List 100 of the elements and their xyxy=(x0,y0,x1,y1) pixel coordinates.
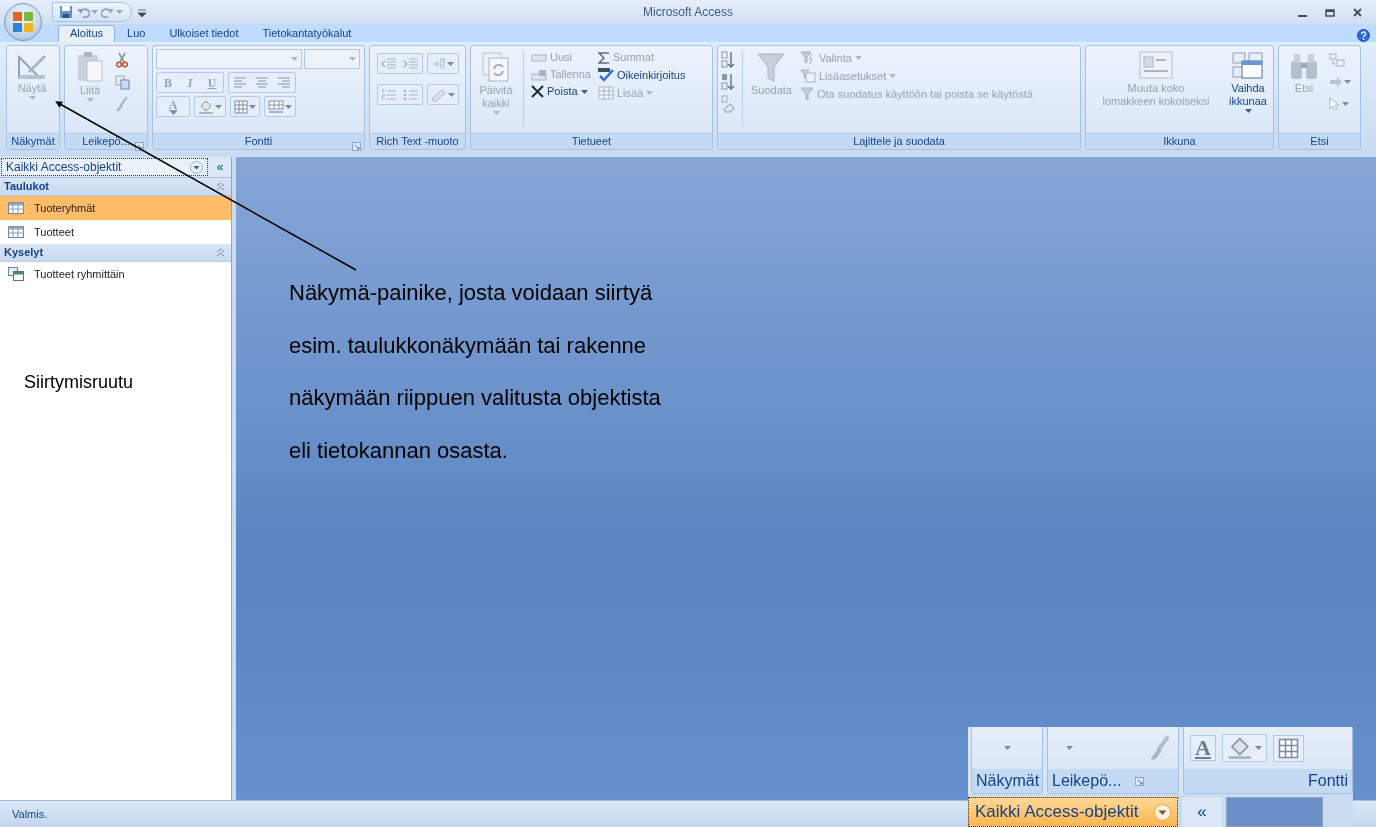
align-center-icon[interactable] xyxy=(255,76,269,89)
sort-descending-icon[interactable] xyxy=(721,73,735,91)
customize-toolbar-icon[interactable] xyxy=(138,8,146,17)
dialog-launcher-icon[interactable] xyxy=(135,141,144,151)
replace-icon[interactable] xyxy=(1329,53,1345,67)
close-icon[interactable] xyxy=(1353,7,1362,17)
decrease-indent-icon[interactable] xyxy=(381,56,397,71)
caret-icon xyxy=(854,56,862,60)
caret-icon xyxy=(1244,109,1252,113)
group-label: Ikkuna xyxy=(1163,134,1196,150)
grid-icon[interactable] xyxy=(234,99,248,114)
clipboard-icon xyxy=(75,51,105,83)
section-header[interactable]: Kyselyt xyxy=(0,244,231,262)
ribbon-tab[interactable]: Aloitus xyxy=(58,25,116,42)
caret-icon xyxy=(646,91,654,95)
checkmark-icon xyxy=(598,68,614,82)
object-filter-dropdown[interactable]: Kaikki Access-objektit xyxy=(1,158,208,176)
pointer-icon[interactable] xyxy=(1329,97,1341,111)
delete-button[interactable]: Poista xyxy=(529,84,593,99)
caret-icon xyxy=(447,61,454,66)
ribbon-tab[interactable]: Tietokantatyökalut xyxy=(250,25,364,42)
gridlines-icon[interactable] xyxy=(268,99,284,114)
sigma-icon xyxy=(598,51,610,64)
right-arrow-icon[interactable] xyxy=(1329,76,1343,88)
table-icon xyxy=(8,226,24,238)
clear-sort-icon[interactable] xyxy=(721,95,737,113)
caret-icon xyxy=(1065,746,1073,750)
font-name-field[interactable] xyxy=(156,49,302,69)
funnel-lightning-icon xyxy=(800,51,816,65)
caret-icon xyxy=(291,57,298,61)
caret-icon xyxy=(215,104,222,109)
group-label: Rich Text -muoto xyxy=(376,134,459,150)
group-label: Leikepö... xyxy=(1052,771,1122,791)
new-record-icon xyxy=(531,51,547,64)
dropdown-circle-icon xyxy=(1154,803,1171,821)
group-label: Lajittele ja suodata xyxy=(853,134,945,150)
dropdown-circle-icon xyxy=(190,160,203,174)
increase-indent-icon[interactable] xyxy=(403,56,419,71)
grid-icon[interactable] xyxy=(1278,737,1300,759)
caret-icon xyxy=(86,98,94,102)
binoculars-icon xyxy=(1289,51,1319,81)
switch-windows-button[interactable]: Vaihda ikkunaa xyxy=(1226,49,1270,115)
font-color-button[interactable]: A xyxy=(1190,735,1216,761)
align-left-icon[interactable] xyxy=(233,76,247,89)
navigation-item[interactable]: Tuotteet xyxy=(0,220,231,244)
group-label: Näkymät xyxy=(11,134,55,150)
x-icon xyxy=(531,85,544,98)
window-title: Microsoft Access xyxy=(643,4,733,21)
ribbon-tab[interactable]: Luo xyxy=(115,25,158,42)
group-label: Leikepö... xyxy=(82,134,130,150)
group-label: Etsi xyxy=(1310,134,1329,150)
group-label: Fontti xyxy=(244,134,273,150)
form-window-icon xyxy=(1139,51,1173,81)
caret-icon xyxy=(1342,102,1349,106)
caret-icon xyxy=(889,74,897,78)
save-icon[interactable] xyxy=(59,5,73,19)
restore-icon[interactable] xyxy=(1325,7,1335,17)
refresh-pages-icon xyxy=(481,51,511,83)
ribbon-tab[interactable]: Ulkoiset tiedot xyxy=(157,25,251,42)
status-text: Valmis. xyxy=(12,806,48,822)
caret-icon xyxy=(249,104,256,109)
collapse-pane-button[interactable]: « xyxy=(1182,797,1222,827)
caret-icon xyxy=(169,110,177,115)
overlapping-windows-icon xyxy=(1232,51,1264,81)
sort-ascending-icon[interactable] xyxy=(721,51,735,69)
office-button[interactable] xyxy=(4,3,42,41)
help-icon[interactable] xyxy=(1357,28,1370,42)
callout-text: Näkymä-painike, josta voidaan siirtyä esim. taulukkonäkymään tai rakenne näkymään riippuen valitusta objektista eli tietokannan osasta. xyxy=(289,279,662,465)
object-filter-dropdown[interactable]: Kaikki Access-objektit xyxy=(968,797,1178,827)
funnel-icon xyxy=(800,87,814,101)
highlight-text-icon[interactable] xyxy=(431,87,447,102)
navigation-item[interactable]: Tuotteet ryhmittäin xyxy=(0,262,231,286)
funnel-form-icon xyxy=(800,69,816,83)
table-grid-icon xyxy=(598,86,614,100)
section-header[interactable]: Taulukot xyxy=(0,178,231,196)
bulleted-list-icon[interactable] xyxy=(403,87,419,102)
paragraph-direction-icon[interactable] xyxy=(432,57,446,70)
group-label: Fontti xyxy=(1308,771,1348,791)
font-size-field[interactable] xyxy=(304,49,360,69)
brush-icon[interactable] xyxy=(115,96,129,112)
scissors-icon[interactable] xyxy=(115,52,129,68)
paint-bucket-icon[interactable] xyxy=(198,99,214,114)
copy-icon[interactable] xyxy=(115,74,130,90)
collapse-pane-button[interactable]: « xyxy=(209,157,231,177)
numbered-list-icon[interactable] xyxy=(381,87,397,102)
navigation-item[interactable]: Tuoteryhmät xyxy=(0,196,231,220)
spelling-button[interactable]: Oikeinkirjoitus xyxy=(596,67,688,83)
caret-icon xyxy=(28,96,36,100)
caret-icon xyxy=(448,92,455,97)
caret-icon xyxy=(580,89,588,94)
funnel-icon xyxy=(756,51,787,83)
office-logo-icon xyxy=(12,11,34,33)
brush-icon[interactable] xyxy=(1148,735,1172,761)
align-right-icon[interactable] xyxy=(277,76,291,89)
caret-icon xyxy=(1344,80,1351,84)
redo-icon[interactable] xyxy=(101,6,115,18)
caret-icon xyxy=(492,111,500,115)
caret-icon xyxy=(91,10,98,14)
caret-icon xyxy=(349,57,356,61)
paint-bucket-icon[interactable] xyxy=(1226,736,1253,760)
